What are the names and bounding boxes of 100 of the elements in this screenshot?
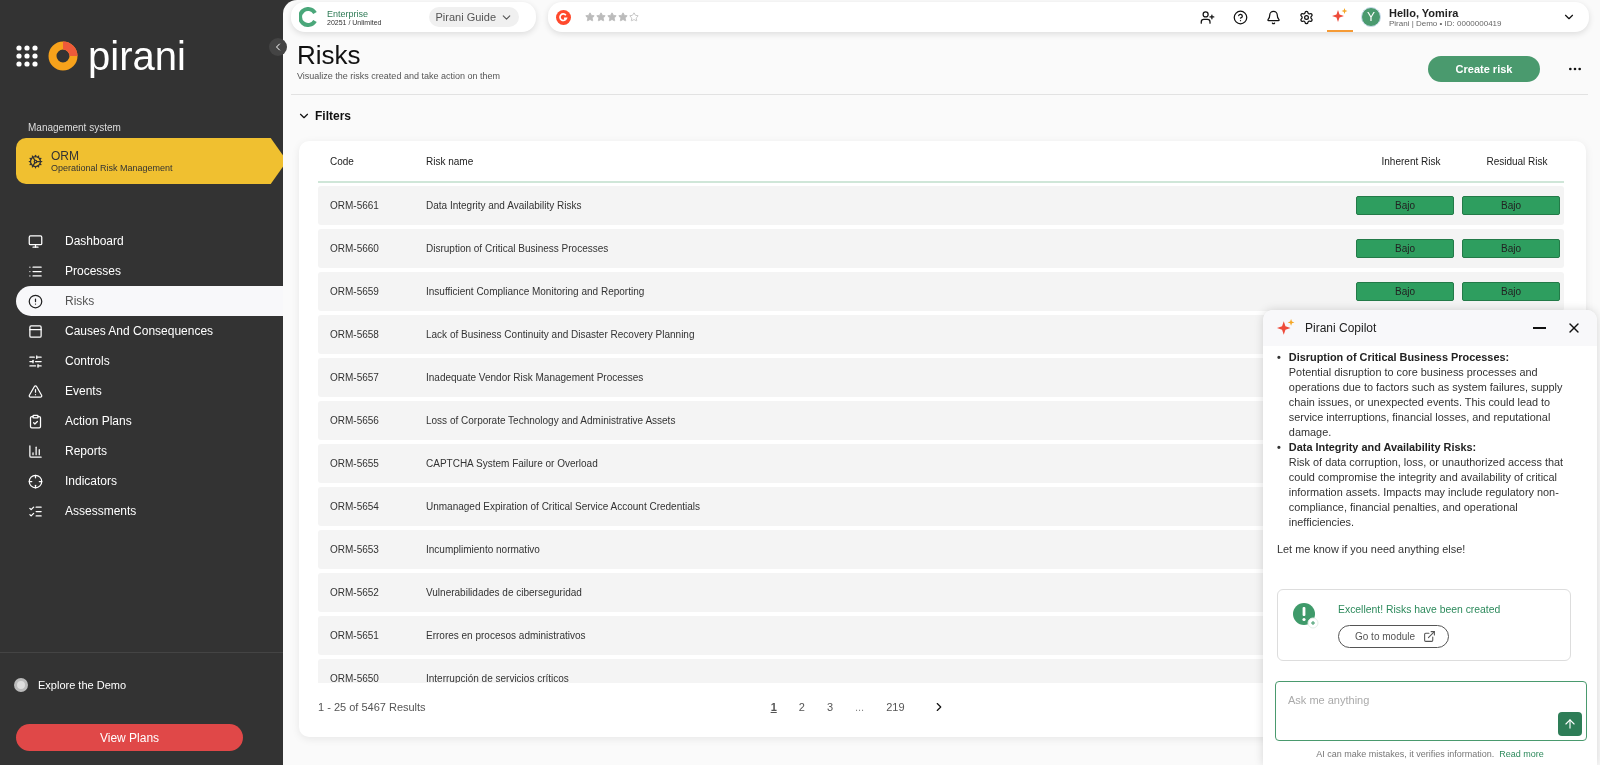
sidebar-item[interactable]: Processes (16, 256, 283, 286)
list-icon (28, 263, 43, 279)
message-text: Let me know if you need anything else! (1277, 542, 1467, 557)
table-cell: ORM-5652 (330, 587, 379, 598)
explore-demo-link[interactable]: Explore the Demo (38, 679, 127, 691)
guide-dropdown[interactable]: Pirani Guide (429, 7, 520, 27)
user-greeting: Hello, Yomira (1389, 6, 1460, 19)
table-cell: Insufficient Compliance Monitoring and Reporting (426, 286, 645, 297)
logo-text: pirani (88, 33, 186, 79)
minimize-icon (1533, 327, 1546, 329)
go-to-module-button[interactable]: Go to module (1338, 625, 1450, 648)
page-link[interactable]: 3 (826, 701, 833, 713)
page-link[interactable]: 1 (770, 701, 777, 713)
chat-input[interactable]: Ask me anything (1275, 681, 1587, 741)
table-cell: ORM-5660 (330, 243, 379, 254)
table-cell: ORM-5655 (330, 458, 379, 469)
module-subtitle: Operational Risk Management (51, 163, 173, 173)
bullet: • (1277, 440, 1281, 455)
sparkle-icon (1332, 8, 1348, 24)
column-header: Risk name (425, 155, 475, 167)
table-cell: Loss of Corporate Technology and Administrative Assets (426, 415, 676, 426)
collapse-button[interactable] (269, 38, 287, 56)
logo-icon (48, 41, 78, 71)
table-cell: ORM-5658 (330, 329, 379, 340)
page-link[interactable]: 2 (798, 701, 805, 713)
sidebar-item[interactable]: Controls (16, 346, 283, 376)
page-subtitle: Visualize the risks created and take action on them (297, 71, 500, 81)
message-heading: Data Integrity and Availability Risks: (1288, 440, 1478, 455)
risk-level-badge: Bajo (1356, 196, 1454, 215)
sidebar-item[interactable]: Dashboard (16, 226, 283, 256)
notice-text: Excellent! Risks have been created (1338, 603, 1501, 617)
add-user-icon (1200, 9, 1215, 25)
message-text: Risk of data corruption, loss, or unauthorized access that could compromise the integrity and availability of critical information assets. Impacts may include regulatory non-compliance, financial penalties, and operational inefficiencies. (1288, 455, 1565, 530)
settings-icon (1299, 9, 1314, 25)
sidebar-item[interactable]: Causes And Consequences (16, 316, 283, 346)
sparkle-icon (1277, 319, 1295, 337)
sidebar-item[interactable]: Indicators (16, 466, 283, 496)
bell-icon (1266, 9, 1281, 25)
results-summary: 1 - 25 of 5467 Results (318, 701, 426, 713)
table-cell: Unmanaged Expiration of Critical Service Account Credentials (426, 501, 701, 512)
demo-icon (14, 678, 28, 692)
table-cell: Inadequate Vendor Risk Management Processes (426, 372, 644, 383)
table-cell: Vulnerabilidades de ciberseguridad (426, 587, 582, 598)
table-cell: Lack of Business Continuity and Disaster Recovery Planning (426, 329, 695, 340)
page-title: Risks (297, 40, 362, 71)
warning-icon (28, 383, 43, 399)
sidebar-item[interactable]: Assessments (16, 496, 283, 526)
g2-logo-icon (556, 9, 571, 25)
column-header: Code (329, 155, 355, 167)
disclaimer-text: AI can make mistakes, it verifies information. (1316, 749, 1495, 759)
risk-level-badge: Bajo (1462, 239, 1560, 258)
message-heading: Disruption of Critical Business Processes: (1288, 350, 1511, 365)
copilot-title: Pirani Copilot (1305, 321, 1378, 335)
table-cell: ORM-5657 (330, 372, 379, 383)
table-cell: Disruption of Critical Business Processes (426, 243, 609, 254)
sidebar-item[interactable]: Action Plans (16, 406, 283, 436)
clipboard-check-icon (28, 413, 43, 429)
gear-icon (28, 153, 43, 169)
filters-toggle[interactable]: Filters (291, 95, 1592, 141)
crosshair-icon (28, 473, 43, 489)
read-more-link[interactable]: Read more (1499, 749, 1544, 759)
risk-level-badge: Bajo (1462, 196, 1560, 215)
monitor-icon (28, 233, 43, 249)
filled-star-icon (585, 12, 595, 22)
table-cell: ORM-5656 (330, 415, 379, 426)
table-cell: ORM-5653 (330, 544, 379, 555)
table-cell: Incumplimiento normativo (426, 544, 540, 555)
risk-level-badge: Bajo (1462, 282, 1560, 301)
risk-level-badge: Bajo (1356, 282, 1454, 301)
filled-star-icon (618, 12, 628, 22)
apps-grid-icon[interactable] (16, 45, 38, 67)
page-ellipsis: ... (855, 701, 865, 713)
alert-circle-icon (28, 293, 43, 309)
column-header: Residual Risk (1485, 155, 1549, 167)
plan-logo-icon (299, 7, 319, 27)
alert-icon (1292, 602, 1320, 630)
list-checks-icon (28, 503, 43, 519)
arrow-up-icon (1563, 717, 1577, 731)
sidebar-item[interactable]: Risks (16, 286, 283, 316)
external-link-icon (1423, 630, 1437, 643)
sidebar-item[interactable]: Events (16, 376, 283, 406)
sidebar-item[interactable]: Reports (16, 436, 283, 466)
module-title: ORM (51, 149, 80, 163)
table-cell: ORM-5650 (330, 673, 379, 683)
help-icon (1233, 9, 1248, 25)
send-button[interactable] (1558, 712, 1582, 736)
page-link[interactable]: 219 (886, 701, 905, 713)
table-cell: ORM-5654 (330, 501, 379, 512)
column-header: Inherent Risk (1380, 155, 1442, 167)
view-plans-button[interactable]: View Plans (16, 724, 243, 751)
table-cell: Errores en procesos administrativos (426, 630, 586, 641)
plan-name: Enterprise (327, 8, 370, 19)
table-cell: ORM-5659 (330, 286, 379, 297)
table-cell: CAPTCHA System Failure or Overload (426, 458, 598, 469)
risk-level-badge: Bajo (1356, 239, 1454, 258)
filled-star-icon (607, 12, 617, 22)
sliders-icon (28, 353, 43, 369)
filled-star-icon (596, 12, 606, 22)
message-text: Potential disruption to core business processes and operations due to factors such as system failures, supply chain issues, or unexpected events. This could lead to service interruptions, financial losses, and reputational damage. (1288, 365, 1564, 440)
section-label: Management system (28, 122, 122, 133)
